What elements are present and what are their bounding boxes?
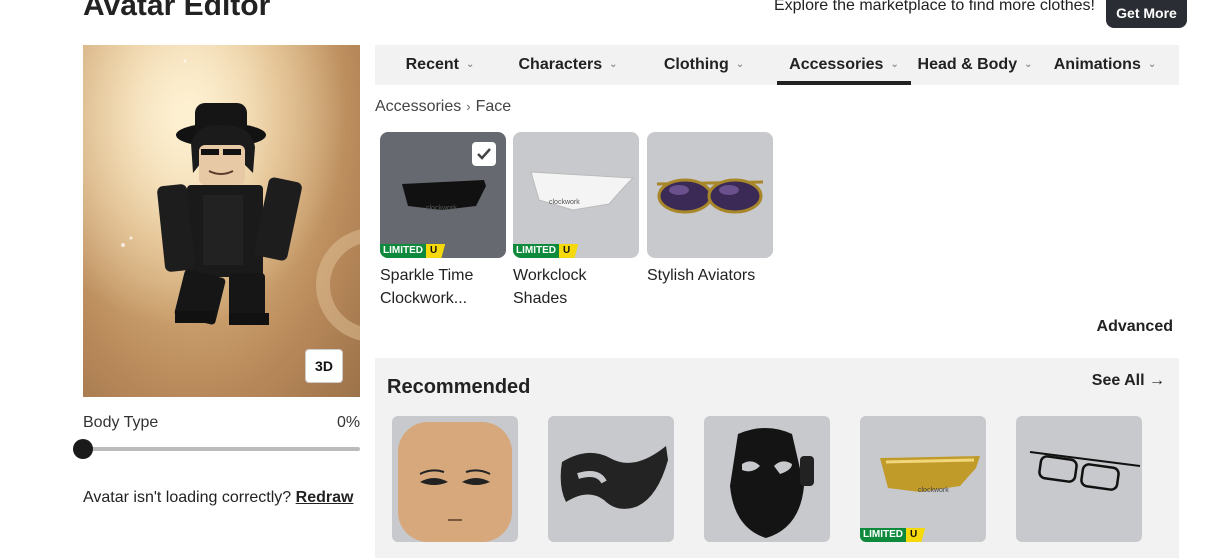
limited-badge: LIMITED U: [380, 244, 446, 258]
svg-text:clockwork: clockwork: [426, 205, 457, 212]
wire-glasses-icon: [1029, 451, 1141, 491]
unique-label: U: [906, 528, 926, 542]
tab-animations[interactable]: Animations ⌄: [1039, 45, 1171, 85]
face-head-icon: [398, 422, 512, 542]
recommended-item[interactable]: [704, 416, 830, 542]
item-name-line: Stylish Aviators: [647, 267, 756, 284]
redraw-prompt: Avatar isn't loading correctly? Redraw: [83, 489, 353, 507]
aviator-glasses-icon: [656, 178, 764, 214]
item-card[interactable]: Stylish Aviators: [647, 132, 773, 287]
redraw-link[interactable]: Redraw: [296, 489, 354, 506]
item-name-line: Sparkle Time: [380, 267, 474, 284]
item-name-line: Shades: [513, 290, 568, 307]
selected-check-icon: [472, 142, 496, 166]
avatar-figure-icon: [83, 45, 360, 397]
chevron-right-icon: ›: [466, 99, 471, 114]
redraw-prompt-text: Avatar isn't loading correctly?: [83, 489, 292, 506]
item-name[interactable]: Sparkle Time Clockwork...: [380, 264, 506, 310]
limited-label: LIMITED: [860, 528, 906, 542]
body-type-label: Body Type: [83, 414, 159, 431]
body-type-value: 0%: [337, 414, 361, 431]
breadcrumb-parent[interactable]: Accessories: [375, 98, 461, 115]
see-all-link[interactable]: See All →: [1092, 372, 1165, 390]
recommended-item[interactable]: [1016, 416, 1142, 542]
get-more-button[interactable]: Get More: [1106, 0, 1187, 28]
svg-text:clockwork: clockwork: [918, 487, 949, 494]
item-name-line: Clockwork...: [380, 290, 468, 307]
avatar-preview[interactable]: [83, 45, 360, 397]
advanced-button[interactable]: Advanced: [1097, 318, 1173, 336]
tab-label: Animations: [1053, 56, 1141, 73]
item-card[interactable]: clockwork LIMITED U Workclock Shades: [513, 132, 639, 310]
tab-recent[interactable]: Recent ⌄: [375, 45, 505, 85]
item-name[interactable]: Workclock Shades: [513, 264, 639, 310]
page-title: Avatar Editor: [83, 0, 271, 22]
unique-label: U: [426, 244, 446, 258]
limited-badge: LIMITED U: [513, 244, 579, 258]
tab-clothing[interactable]: Clothing ⌄: [631, 45, 777, 85]
tab-label: Characters: [518, 56, 603, 73]
breadcrumb: Accessories › Face: [375, 98, 511, 116]
black-mask-icon: [730, 428, 814, 538]
item-thumbnail[interactable]: clockwork LIMITED U: [380, 132, 506, 258]
body-type-slider-track[interactable]: [83, 447, 360, 451]
tab-head-body[interactable]: Head & Body ⌄: [911, 45, 1039, 85]
limited-label: LIMITED: [513, 244, 559, 258]
svg-text:clockwork: clockwork: [549, 199, 580, 206]
item-name[interactable]: Stylish Aviators: [647, 264, 773, 287]
category-tabs: Recent ⌄ Characters ⌄ Clothing ⌄ Accessorie…: [375, 45, 1179, 85]
limited-label: LIMITED: [380, 244, 426, 258]
arrow-right-icon: →: [1149, 372, 1165, 389]
3d-view-toggle-button[interactable]: 3D: [305, 349, 343, 383]
tab-label: Head & Body: [917, 56, 1018, 73]
body-type-slider-thumb[interactable]: [73, 439, 93, 459]
chevron-down-icon: ⌄: [1024, 58, 1033, 70]
marketplace-promo-text: Explore the marketplace to find more clo…: [773, 0, 1095, 14]
recommended-panel: Recommended See All → clockwork LIMITED …: [375, 358, 1179, 558]
tab-label: Clothing: [663, 56, 729, 73]
item-thumbnail[interactable]: clockwork LIMITED U: [513, 132, 639, 258]
limited-badge: LIMITED U: [860, 528, 926, 542]
recommended-item[interactable]: clockwork LIMITED U: [860, 416, 986, 542]
item-thumbnail[interactable]: [647, 132, 773, 258]
item-name-line: Workclock: [513, 267, 587, 284]
chevron-down-icon: ⌄: [609, 58, 618, 70]
breadcrumb-current: Face: [475, 98, 512, 115]
chevron-down-icon: ⌄: [735, 58, 745, 70]
see-all-label: See All: [1091, 372, 1145, 389]
tab-characters[interactable]: Characters ⌄: [505, 45, 631, 85]
scribble-mask-icon: [560, 446, 668, 509]
chevron-down-icon: ⌄: [465, 58, 475, 70]
gold-visor-icon: clockwork: [880, 456, 980, 494]
unique-label: U: [559, 244, 579, 258]
recommended-item[interactable]: [392, 416, 518, 542]
chevron-down-icon: ⌄: [1147, 58, 1157, 70]
tab-accessories[interactable]: Accessories ⌄: [777, 45, 911, 85]
recommended-item[interactable]: [548, 416, 674, 542]
white-shades-icon: clockwork: [530, 171, 635, 211]
tab-label: Accessories: [789, 56, 884, 73]
recommended-title: Recommended: [387, 376, 531, 398]
chevron-down-icon: ⌄: [890, 58, 899, 70]
tab-label: Recent: [405, 56, 459, 73]
item-card[interactable]: clockwork LIMITED U Sparkle Time Clockwor…: [380, 132, 506, 310]
